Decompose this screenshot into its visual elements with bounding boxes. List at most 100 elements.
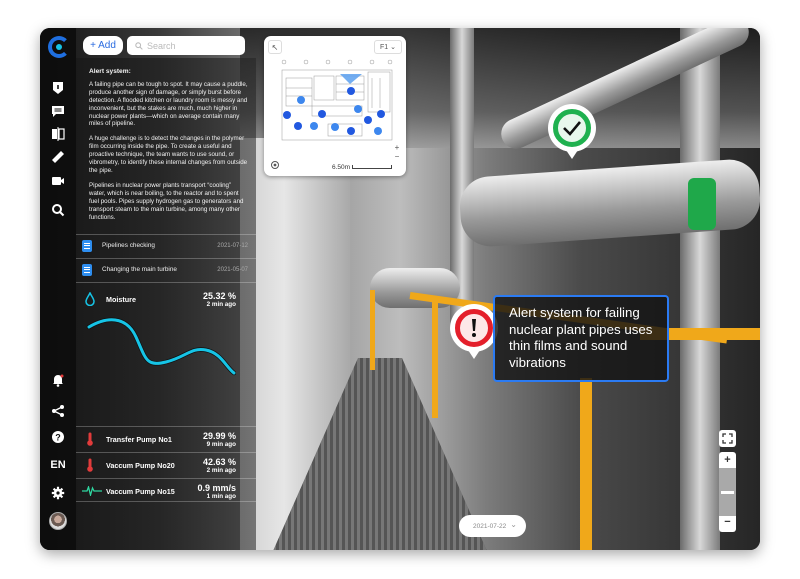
sensor-value: 42.63 % 2 min ago [203, 458, 236, 475]
sensor-value: 25.32 % 2 min ago [203, 292, 236, 309]
zoom-out-button[interactable]: − [719, 516, 736, 528]
sensor-reading: 29.99 % [202, 431, 236, 441]
thermometer-icon [87, 432, 93, 446]
search-icon[interactable] [48, 200, 68, 220]
search-input[interactable]: Search [127, 36, 245, 55]
sensor-value: 29.99 % 9 min ago [203, 432, 236, 449]
document-date: 2021-07-12 [217, 242, 248, 249]
document-item[interactable]: Changing the main turbine 2021-05-07 [76, 258, 256, 280]
document-icon [82, 239, 92, 252]
avatar[interactable] [49, 512, 67, 530]
search-icon [135, 41, 143, 50]
add-button[interactable]: + Add [83, 36, 123, 55]
map-marker[interactable] [374, 127, 382, 135]
locate-icon[interactable] [269, 159, 281, 171]
map-marker[interactable] [347, 127, 355, 135]
document-label: Changing the main turbine [102, 266, 177, 273]
scale-bar: 6.50m [332, 164, 392, 171]
map-marker[interactable] [283, 111, 291, 119]
sensor-value: 0.9 mm/s 1 min ago [197, 484, 236, 501]
help-icon[interactable]: ? [48, 427, 68, 447]
video-icon[interactable] [48, 171, 68, 191]
sensor-time: 1 min ago [206, 493, 236, 500]
sensor-time: 2 min ago [206, 467, 236, 474]
article: Alert system: A failing pipe can be toug… [89, 68, 249, 228]
map-marker[interactable] [354, 105, 362, 113]
alert-marker[interactable] [450, 304, 498, 359]
floor-plan [281, 59, 393, 141]
sensor-card[interactable]: Vaccum Pump No20 42.63 % 2 min ago [76, 452, 256, 476]
sensor-reading: 25.32 % [202, 291, 236, 301]
water-drop-icon [85, 292, 95, 306]
zoom-in-button[interactable]: + [719, 454, 736, 466]
sensor-reading: 0.9 mm/s [197, 483, 236, 493]
article-paragraph: Pipelines in nuclear power plants transp… [89, 181, 244, 221]
document-date: 2021-05-07 [217, 266, 248, 273]
document-item[interactable]: Pipelines checking 2021-07-12 [76, 234, 256, 256]
vibration-icon [82, 486, 102, 496]
article-paragraph: A huge challenge is to detect the change… [89, 135, 248, 174]
sensor-name: Transfer Pump No1 [106, 435, 172, 444]
alert-icon[interactable] [48, 78, 68, 98]
scene-railing-post [370, 290, 375, 370]
comment-icon[interactable] [48, 101, 68, 121]
sensor-reading: 42.63 % [202, 457, 236, 467]
scale-line [351, 165, 392, 170]
sensor-card-moisture[interactable]: Moisture 25.32 % 2 min ago [76, 282, 256, 416]
sensor-name: Moisture [106, 295, 136, 304]
floor-selector[interactable]: F1 ⌄ [374, 40, 402, 54]
document-icon [82, 263, 92, 276]
floor-label: F1 [380, 43, 389, 51]
sensor-card[interactable]: Transfer Pump No1 29.99 % 9 min ago [76, 426, 256, 450]
sidebar: ? EN [40, 28, 76, 550]
exclamation-icon [455, 309, 493, 347]
language-selector[interactable]: EN [48, 455, 68, 475]
timeline-date: 2021-07-22 [473, 522, 507, 530]
map-marker[interactable] [347, 87, 355, 95]
app-window: ? EN + Add Search Alert system: A failin… [40, 28, 760, 550]
scene-railing-post [580, 378, 592, 550]
sensor-time: 2 min ago [206, 301, 236, 308]
minimap-zoom-out[interactable]: − [392, 152, 402, 161]
compare-icon[interactable] [48, 124, 68, 144]
timeline-date-selector[interactable]: 2021-07-22 ⌄ [459, 515, 526, 537]
zoom-slider[interactable]: + − [719, 452, 736, 532]
logo-dot [56, 44, 62, 50]
chevron-down-icon: ⌄ [510, 520, 517, 529]
map-marker[interactable] [377, 110, 385, 118]
thermometer-icon [87, 458, 93, 472]
map-marker[interactable] [364, 116, 372, 124]
map-marker[interactable] [294, 122, 302, 130]
expand-arrow-icon[interactable]: ↖ [268, 40, 282, 54]
chevron-down-icon: ⌄ [390, 44, 396, 51]
moisture-sparkline [86, 317, 236, 376]
bell-icon[interactable] [48, 370, 68, 390]
search-placeholder: Search [147, 40, 176, 51]
fullscreen-icon[interactable] [719, 430, 736, 447]
ruler-icon[interactable] [48, 147, 68, 167]
map-marker[interactable] [318, 110, 326, 118]
scale-label: 6.50m [332, 164, 351, 171]
sensor-name: Vaccum Pump No20 [106, 461, 175, 470]
scene-pipe-band [688, 178, 716, 230]
document-label: Pipelines checking [102, 242, 155, 249]
map-marker[interactable] [297, 96, 305, 104]
status-ok-marker[interactable] [548, 104, 596, 159]
app-logo[interactable] [48, 36, 70, 58]
article-title: Alert system: [89, 68, 131, 75]
sensor-card[interactable]: Vaccum Pump No15 0.9 mm/s 1 min ago [76, 478, 256, 502]
floor-plan-minimap[interactable]: ↖ F1 ⌄ + − 6.50m [264, 36, 406, 176]
minimap-zoom-in[interactable]: + [392, 143, 402, 152]
scene-railing-post [432, 298, 438, 418]
share-icon[interactable] [48, 401, 68, 421]
map-marker[interactable] [310, 122, 318, 130]
alert-callout[interactable]: Alert system for failing nuclear plant p… [493, 295, 669, 382]
scene-column [680, 28, 720, 550]
zoom-thumb[interactable] [721, 490, 734, 494]
check-icon [553, 109, 591, 147]
map-marker[interactable] [331, 123, 339, 131]
sensor-time: 9 min ago [206, 441, 236, 448]
info-panel: Alert system: A failing pipe can be toug… [76, 58, 256, 550]
gear-icon[interactable] [48, 483, 68, 503]
sensor-name: Vaccum Pump No15 [106, 487, 175, 496]
